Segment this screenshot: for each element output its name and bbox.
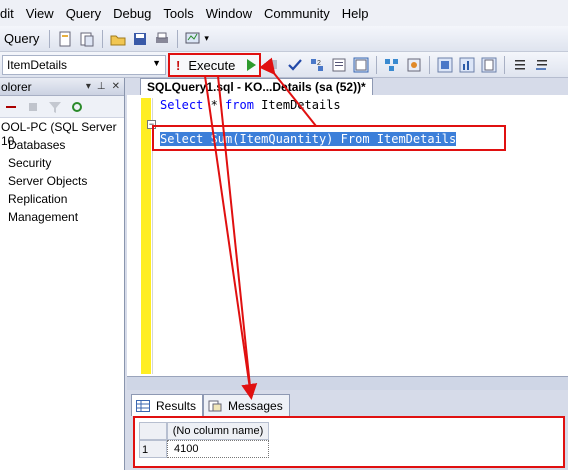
results-to-text-icon[interactable] [330, 56, 348, 74]
result-cell[interactable]: 4100 [167, 440, 269, 458]
results-panel: Results Messages (No column name) 1 4100 [127, 376, 568, 470]
save-icon[interactable] [131, 30, 149, 48]
menu-help[interactable]: Help [342, 6, 377, 21]
database-dropdown[interactable]: ItemDetails ▼ [2, 55, 166, 75]
document-tabstrip: SQLQuery1.sql - KO...Details (sa (52))* [127, 78, 568, 95]
refresh-icon[interactable] [70, 100, 84, 114]
results-file-icon[interactable] [480, 56, 498, 74]
execute-button[interactable]: ! Execute [168, 53, 261, 77]
menu-query[interactable]: Query [66, 6, 109, 21]
toolbar-separator [49, 29, 51, 48]
menu-tools[interactable]: Tools [163, 6, 201, 21]
menu-bar: dit View Query Debug Tools Window Commun… [0, 0, 568, 26]
standard-toolbar: Query ▾ [0, 26, 568, 52]
messages-icon [208, 400, 222, 411]
new-project-icon[interactable] [78, 30, 96, 48]
filter-icon[interactable] [48, 100, 62, 114]
grid-icon [136, 399, 150, 412]
tree-item-server-objects[interactable]: Server Objects [0, 172, 124, 190]
database-dropdown-value: ItemDetails [7, 58, 68, 72]
tree-item-replication[interactable]: Replication [0, 190, 124, 208]
tree-item-label: Management [8, 210, 79, 224]
uncomment-lines-icon[interactable] [533, 56, 551, 74]
toolbar-separator [429, 56, 430, 74]
debug-play-icon[interactable] [247, 59, 257, 71]
tree-item-label: Security [8, 156, 52, 170]
query-options-icon[interactable]: 2 [308, 56, 326, 74]
sql-keyword: from [225, 98, 254, 112]
estimated-plan-icon[interactable] [383, 56, 401, 74]
database-engine-tuning-icon[interactable] [405, 56, 423, 74]
query-editor[interactable]: SQLQuery1.sql - KO...Details (sa (52))* … [127, 78, 568, 376]
execute-label: Execute [188, 57, 236, 73]
toolbar-overflow-icon[interactable]: ▾ [204, 33, 209, 44]
client-statistics-icon[interactable] [458, 56, 476, 74]
tree-item-label: Databases [8, 138, 66, 152]
new-file-icon[interactable] [56, 30, 74, 48]
tab-results-label: Results [156, 398, 197, 413]
row-number[interactable]: 1 [139, 440, 167, 458]
tree-item-security[interactable]: Security [0, 154, 124, 172]
toolbar-separator [504, 56, 505, 74]
execute-icon: ! [176, 57, 181, 73]
tab-results[interactable]: Results [131, 394, 204, 416]
open-folder-icon[interactable] [109, 30, 127, 48]
menu-debug[interactable]: Debug [113, 6, 159, 21]
change-tracking-gutter [141, 98, 151, 374]
object-explorer-header: olorer ▾ ⊥ ✕ [0, 78, 124, 96]
object-explorer-title: olorer [1, 79, 32, 94]
menu-view[interactable]: View [26, 6, 62, 21]
stop-icon[interactable] [26, 100, 40, 114]
include-actual-plan-icon[interactable] [436, 56, 454, 74]
query-tab-title: SQLQuery1.sql - KO...Details (sa (52))* [147, 80, 366, 94]
query-document-tab[interactable]: SQLQuery1.sql - KO...Details (sa (52))* [140, 78, 373, 95]
tab-messages[interactable]: Messages [203, 394, 290, 416]
tree-item-label: Replication [8, 192, 68, 206]
results-tabstrip: Results Messages [131, 394, 290, 416]
toolbar-separator [177, 29, 179, 48]
svg-text:2: 2 [317, 60, 321, 67]
chevron-down-icon: ▼ [152, 58, 161, 68]
annotation-highlight-query [152, 125, 506, 151]
editor-toolbar-icons: 2 [262, 56, 553, 74]
stop-icon[interactable] [264, 56, 282, 74]
menu-community[interactable]: Community [264, 6, 338, 21]
server-node[interactable]: OOL-PC (SQL Server 10. [0, 118, 124, 148]
close-icon[interactable]: ✕ [112, 81, 120, 92]
column-header[interactable]: (No column name) [167, 422, 269, 440]
parse-checkmark-icon[interactable] [286, 56, 304, 74]
menu-edit[interactable]: dit [0, 6, 22, 21]
tree-item-label: Server Objects [8, 174, 88, 188]
new-query-button[interactable]: Query [0, 31, 45, 46]
sql-keyword: Select [160, 98, 204, 112]
code-line-1[interactable]: Select * from ItemDetails [160, 98, 341, 112]
sql-text: * [203, 98, 226, 112]
toolbar-separator [376, 56, 377, 74]
disconnect-icon[interactable] [4, 100, 18, 114]
tab-messages-label: Messages [228, 398, 283, 413]
toolbar-separator [102, 29, 104, 48]
splitter-bar[interactable] [127, 376, 568, 390]
results-grid[interactable]: (No column name) 1 4100 [133, 416, 565, 468]
activity-monitor-icon[interactable] [184, 30, 202, 48]
window-position-icon[interactable]: ▾ [86, 81, 91, 92]
sql-object: ItemDetails [253, 98, 341, 112]
results-to-grid-icon[interactable] [352, 56, 370, 74]
comment-lines-icon[interactable] [511, 56, 529, 74]
sql-editor-toolbar: ItemDetails ▼ ! Execute 2 [0, 52, 568, 78]
tree-item-management[interactable]: Management [0, 208, 124, 226]
pin-icon[interactable]: ⊥ [97, 81, 106, 92]
object-explorer-panel: olorer ▾ ⊥ ✕ OOL-PC (SQL Server 10. Data… [0, 78, 125, 470]
grid-corner [139, 422, 167, 440]
print-icon[interactable] [153, 30, 171, 48]
object-explorer-toolbar [0, 96, 124, 118]
menu-window[interactable]: Window [206, 6, 260, 21]
tree-item-databases[interactable]: Databases [0, 136, 124, 154]
